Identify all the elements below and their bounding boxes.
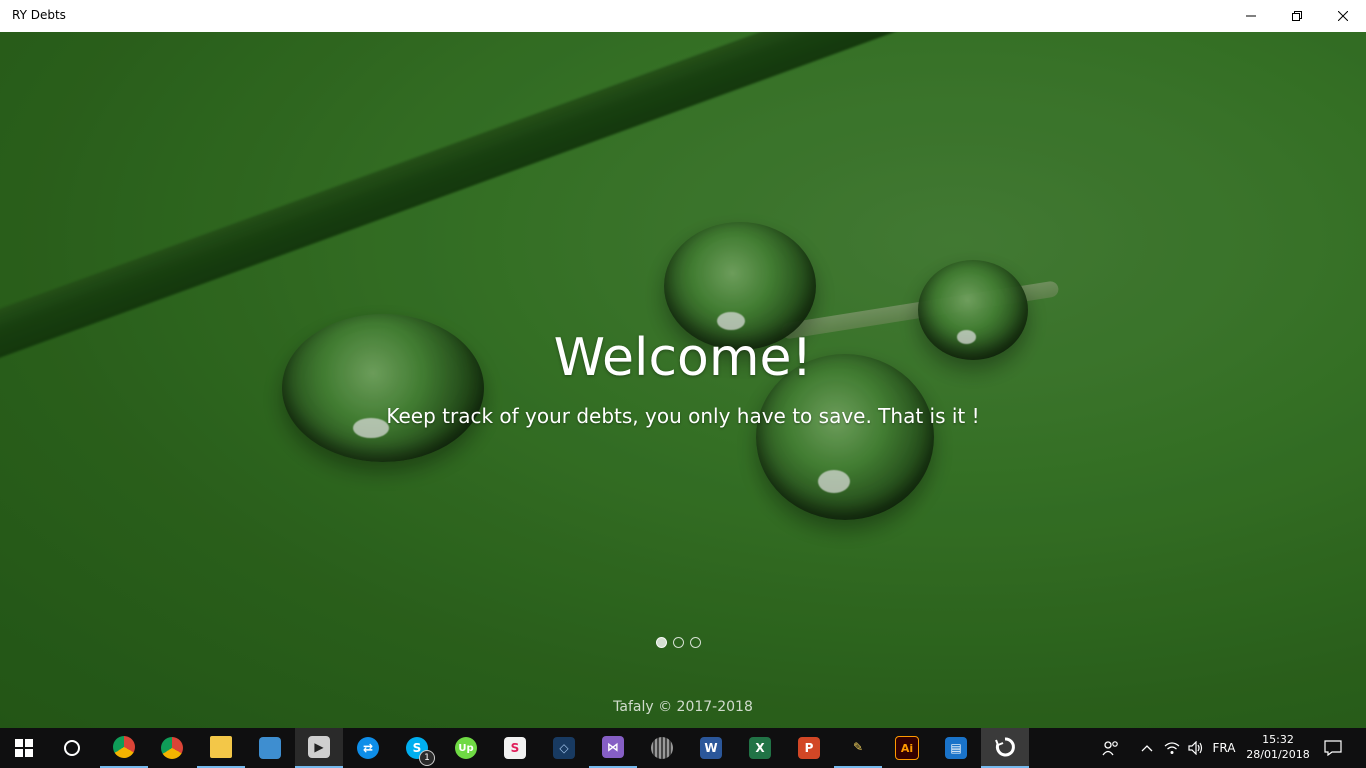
folder-icon (210, 736, 232, 758)
excel-icon: X (749, 737, 771, 759)
people-icon (1102, 741, 1118, 756)
upwork-icon: Up (455, 737, 477, 759)
slack-icon: S (504, 737, 526, 759)
taskbar-globe-app[interactable] (638, 728, 686, 768)
taskbar-skype[interactable]: S 1 (393, 728, 441, 768)
visual-studio-icon: ⋈ (602, 736, 624, 758)
start-button[interactable] (0, 728, 48, 768)
minimize-button[interactable] (1228, 0, 1274, 32)
chrome-icon (113, 736, 135, 758)
wifi-icon (1164, 742, 1180, 754)
word-icon: W (700, 737, 722, 759)
teamviewer-icon: ⇄ (357, 737, 379, 759)
minimize-icon (1246, 15, 1256, 17)
skype-badge: 1 (419, 750, 435, 766)
action-center-button[interactable] (1318, 728, 1348, 768)
network-button[interactable] (1160, 728, 1184, 768)
cortana-circle-icon (64, 740, 80, 756)
copyright-footer: Tafaly © 2017-2018 (613, 699, 753, 715)
app-window: RY Debts Welcome! Keep track of your deb… (0, 0, 1366, 728)
taskbar-file-explorer[interactable] (197, 728, 245, 768)
store-icon: ▤ (945, 737, 967, 759)
brush-icon: ✎ (852, 740, 864, 754)
chevron-up-icon (1141, 745, 1153, 752)
clock-date: 28/01/2018 (1246, 748, 1310, 761)
clock-button[interactable]: 15:32 28/01/2018 (1246, 732, 1310, 762)
taskbar-remote-desktop[interactable] (246, 728, 294, 768)
windows-logo-icon (15, 739, 33, 757)
welcome-subtitle: Keep track of your debts, you only have … (386, 404, 980, 428)
taskbar-slack[interactable]: S (491, 728, 539, 768)
chrome-icon (161, 737, 183, 759)
illustrator-icon: Ai (895, 736, 919, 760)
welcome-page: Welcome! Keep track of your debts, you o… (0, 32, 1366, 728)
show-hidden-icons-button[interactable] (1136, 728, 1158, 768)
taskbar-paint[interactable]: ✎ (834, 728, 882, 768)
clapperboard-icon: ▶ (308, 736, 330, 758)
page-dot-3[interactable] (690, 637, 701, 648)
cortana-button[interactable] (48, 728, 96, 768)
input-language-button[interactable]: FRA (1208, 728, 1240, 768)
taskbar-excel[interactable]: X (736, 728, 784, 768)
taskbar-teamviewer[interactable]: ⇄ (344, 728, 392, 768)
virtualbox-icon: ◇ (553, 737, 575, 759)
ry-debts-icon (995, 737, 1015, 757)
close-icon (1338, 11, 1348, 21)
page-dot-2[interactable] (673, 637, 684, 648)
volume-icon (1188, 741, 1203, 755)
taskbar-chrome-1[interactable] (100, 728, 148, 768)
taskbar-visual-studio[interactable]: ⋈ (589, 728, 637, 768)
page-dot-1[interactable] (656, 637, 667, 648)
taskbar-illustrator[interactable]: Ai (883, 728, 931, 768)
taskbar-word[interactable]: W (687, 728, 735, 768)
powerpoint-icon: P (798, 737, 820, 759)
taskbar-chrome-2[interactable] (148, 728, 196, 768)
restore-icon (1292, 11, 1302, 21)
windows-taskbar: ▶ ⇄ S 1 Up S ◇ ⋈ W X P ✎ Ai ▤ FRA 15:32 … (0, 728, 1366, 768)
language-indicator: FRA (1212, 741, 1236, 755)
remote-desktop-icon (259, 737, 281, 759)
clock-time: 15:32 (1262, 733, 1294, 746)
taskbar-virtualbox[interactable]: ◇ (540, 728, 588, 768)
restore-button[interactable] (1274, 0, 1320, 32)
taskbar-ry-debts[interactable] (981, 728, 1029, 768)
taskbar-movie-maker[interactable]: ▶ (295, 728, 343, 768)
page-indicator[interactable] (656, 637, 701, 648)
taskbar-powerpoint[interactable]: P (785, 728, 833, 768)
people-button[interactable] (1098, 728, 1124, 768)
title-bar[interactable]: RY Debts (0, 0, 1366, 32)
taskbar-upwork[interactable]: Up (442, 728, 490, 768)
action-center-icon (1324, 740, 1342, 756)
volume-button[interactable] (1184, 728, 1208, 768)
window-title: RY Debts (12, 8, 66, 22)
close-button[interactable] (1320, 0, 1366, 32)
taskbar-store-app[interactable]: ▤ (932, 728, 980, 768)
welcome-heading: Welcome! (553, 328, 813, 388)
globe-icon (651, 737, 673, 759)
